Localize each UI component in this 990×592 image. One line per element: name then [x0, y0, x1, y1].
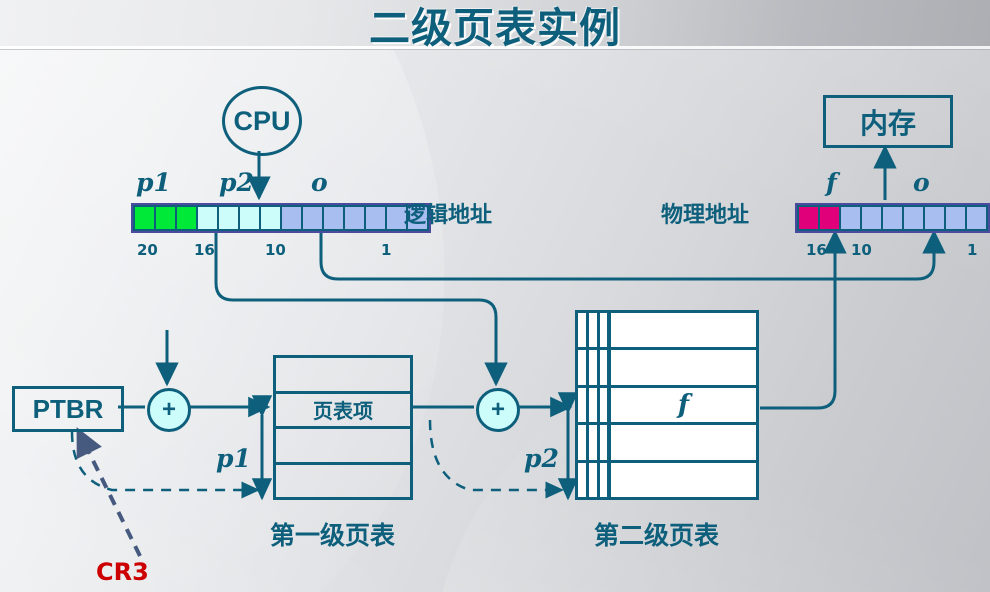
page-title: 二级页表实例 [369, 4, 621, 52]
logical-cell [240, 207, 259, 229]
logical-tick-1: 1 [381, 241, 392, 259]
pt2-row [578, 425, 756, 463]
physical-cell [862, 207, 881, 229]
pt2-narrow-col [589, 462, 600, 498]
logical-cell [135, 207, 154, 229]
pt2-narrow-col [578, 313, 589, 348]
physical-tick-1: 1 [967, 241, 978, 259]
pt2-narrow-col [600, 313, 611, 348]
memory-box[interactable]: 内存 [823, 95, 953, 148]
pt1-row [276, 429, 410, 465]
p2-dimension-label: p2 [524, 444, 559, 473]
physical-cell [904, 207, 923, 229]
pt2-cell [611, 350, 756, 384]
pt2-narrow-col [600, 387, 611, 423]
physical-address-bar[interactable] [795, 203, 990, 233]
logical-cell [177, 207, 196, 229]
ptbr-register-box[interactable]: PTBR [12, 386, 124, 432]
logical-cell [282, 207, 301, 229]
pt2-cell-frame-number: f [677, 390, 690, 421]
pt2-cell [611, 463, 756, 497]
logical-cell [156, 207, 175, 229]
pt2-narrow-col [578, 350, 589, 385]
page-table-1-caption: 第一级页表 [270, 521, 396, 550]
adder-node-2[interactable]: + [476, 388, 520, 432]
physical-cell [883, 207, 902, 229]
slide-canvas: 二级页表实例 CPU 内存 p1 p2 o 20 16 10 1 逻辑地址 f … [0, 0, 990, 592]
pt2-narrow-col [600, 350, 611, 385]
pt2-row [578, 462, 756, 498]
pt2-narrow-col [578, 425, 589, 460]
logical-tick-10: 10 [265, 241, 286, 259]
physical-cell [967, 207, 986, 229]
logical-cell [366, 207, 385, 229]
logical-field-label-p2: p2 [219, 168, 254, 197]
logical-tick-20: 20 [137, 241, 158, 259]
logical-address-caption: 逻辑地址 [404, 203, 493, 228]
physical-address-caption: 物理地址 [661, 203, 750, 228]
page-table-level-2[interactable]: f [575, 310, 759, 500]
pt2-cell [611, 313, 756, 347]
physical-cell [946, 207, 965, 229]
cr3-to-ptbr-dashed-arrow [76, 427, 142, 557]
pt2-narrow-col [600, 425, 611, 460]
adder-node-1[interactable]: + [147, 388, 191, 432]
page-table-2-caption: 第二级页表 [594, 521, 720, 550]
page-table-level-1[interactable]: 页表项 [273, 355, 413, 500]
pt1-row [276, 465, 410, 498]
logical-cell [324, 207, 343, 229]
background-swoosh-2 [250, 0, 990, 592]
pt1-row [276, 358, 410, 394]
logical-field-label-o: o [311, 168, 328, 197]
logical-cell [261, 207, 280, 229]
logical-cell [345, 207, 364, 229]
logical-field-label-p1: p1 [136, 168, 171, 197]
pt2-narrow-col [600, 462, 611, 498]
cr3-label: CR3 [96, 558, 149, 586]
pt2-narrow-col [578, 387, 589, 423]
pt2-cell [611, 425, 756, 459]
physical-field-label-f: f [826, 168, 837, 197]
logical-cell [219, 207, 238, 229]
pt2-row-frame: f [578, 387, 756, 426]
p1-dimension-label: p1 [216, 444, 251, 473]
pt2-narrow-col [589, 425, 600, 460]
pt1-row-entry: 页表项 [276, 394, 410, 429]
physical-cell [925, 207, 944, 229]
cpu-node[interactable]: CPU [222, 86, 302, 156]
physical-cell [799, 207, 818, 229]
pt2-narrow-col [578, 462, 589, 498]
pt2-narrow-col [589, 387, 600, 423]
physical-tick-16: 16 [806, 241, 827, 259]
logical-address-bar[interactable] [131, 203, 431, 233]
pt2-narrow-col [589, 313, 600, 348]
logical-cell [198, 207, 217, 229]
o-to-physical-path [319, 229, 946, 281]
physical-field-label-o: o [913, 168, 930, 197]
logical-cell [303, 207, 322, 229]
physical-cell [841, 207, 860, 229]
pt2-row [578, 313, 756, 351]
logical-tick-16: 16 [194, 241, 215, 259]
physical-tick-10: 10 [851, 241, 872, 259]
pt2-row [578, 350, 756, 388]
connector-layer [70, 144, 946, 557]
physical-cell [820, 207, 839, 229]
pt2-narrow-col [589, 350, 600, 385]
